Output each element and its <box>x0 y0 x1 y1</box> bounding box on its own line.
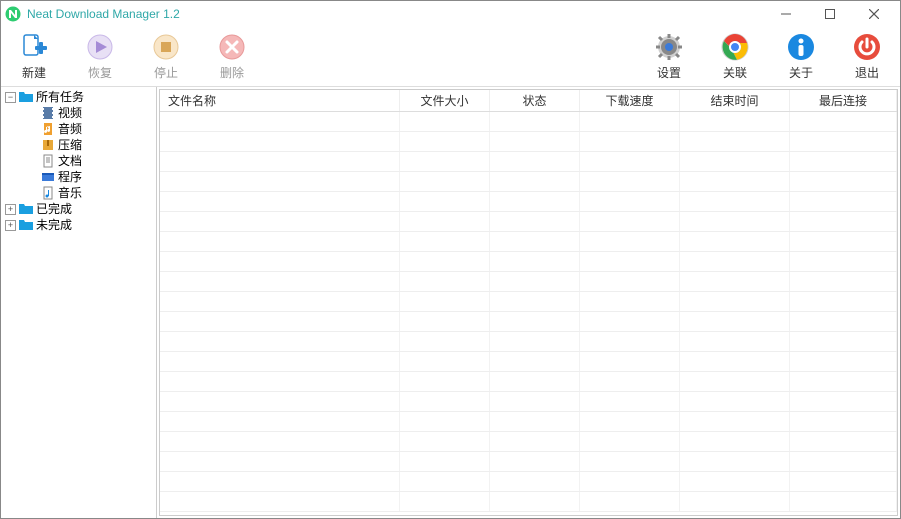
new-icon <box>19 32 49 62</box>
expand-icon[interactable]: + <box>5 204 16 215</box>
table-row <box>160 372 897 392</box>
tree-music-label: 音乐 <box>58 185 82 201</box>
video-icon <box>40 105 56 121</box>
maximize-button[interactable] <box>808 1 852 27</box>
tree-music[interactable]: 音乐 <box>1 185 156 201</box>
table-header: 文件名称 文件大小 状态 下载速度 结束时间 最后连接 <box>160 90 897 112</box>
titlebar: Neat Download Manager 1.2 <box>1 1 900 27</box>
audio-icon <box>40 121 56 137</box>
tree-audio-label: 音频 <box>58 121 82 137</box>
content-area: − 所有任务 视频 音频 压缩 文档 程序 <box>1 87 900 518</box>
table-row <box>160 412 897 432</box>
table-row <box>160 172 897 192</box>
about-button[interactable]: 关于 <box>778 32 824 81</box>
table-row <box>160 492 897 512</box>
col-status[interactable]: 状态 <box>490 90 580 111</box>
folder-icon <box>18 201 34 217</box>
table-body[interactable] <box>160 112 897 515</box>
link-button[interactable]: 关联 <box>712 32 758 81</box>
table-row <box>160 112 897 132</box>
table-row <box>160 252 897 272</box>
table-row <box>160 312 897 332</box>
collapse-icon[interactable]: − <box>5 92 16 103</box>
info-icon <box>786 32 816 62</box>
tree-program-label: 程序 <box>58 169 82 185</box>
table-row <box>160 332 897 352</box>
tree-video-label: 视频 <box>58 105 82 121</box>
resume-button[interactable]: 恢复 <box>77 32 123 81</box>
folder-icon <box>18 89 34 105</box>
resume-label: 恢复 <box>88 64 112 81</box>
tree-archive-label: 压缩 <box>58 137 82 153</box>
delete-button[interactable]: 删除 <box>209 32 255 81</box>
table-row <box>160 432 897 452</box>
tree-incomplete-label: 未完成 <box>36 217 72 233</box>
col-filename[interactable]: 文件名称 <box>160 90 400 111</box>
delete-icon <box>217 32 247 62</box>
new-button[interactable]: 新建 <box>11 32 57 81</box>
exit-button[interactable]: 退出 <box>844 32 890 81</box>
tree-all-tasks[interactable]: − 所有任务 <box>1 89 156 105</box>
document-icon <box>40 153 56 169</box>
app-title: Neat Download Manager 1.2 <box>27 7 764 21</box>
table-row <box>160 392 897 412</box>
tree-incomplete[interactable]: + 未完成 <box>1 217 156 233</box>
archive-icon <box>40 137 56 153</box>
expand-icon[interactable]: + <box>5 220 16 231</box>
program-icon <box>40 169 56 185</box>
table-row <box>160 292 897 312</box>
close-button[interactable] <box>852 1 896 27</box>
col-speed[interactable]: 下载速度 <box>580 90 680 111</box>
tree-video[interactable]: 视频 <box>1 105 156 121</box>
table-row <box>160 452 897 472</box>
minimize-button[interactable] <box>764 1 808 27</box>
tree-archive[interactable]: 压缩 <box>1 137 156 153</box>
table-row <box>160 472 897 492</box>
col-endtime[interactable]: 结束时间 <box>680 90 790 111</box>
new-label: 新建 <box>22 64 46 81</box>
settings-button[interactable]: 设置 <box>646 32 692 81</box>
tree-document[interactable]: 文档 <box>1 153 156 169</box>
about-label: 关于 <box>789 64 813 81</box>
folder-icon <box>18 217 34 233</box>
table-row <box>160 352 897 372</box>
tree-program[interactable]: 程序 <box>1 169 156 185</box>
settings-label: 设置 <box>657 64 681 81</box>
tree-completed-label: 已完成 <box>36 201 72 217</box>
col-lastconn[interactable]: 最后连接 <box>790 90 897 111</box>
tree-all-label: 所有任务 <box>36 89 84 105</box>
tree-completed[interactable]: + 已完成 <box>1 201 156 217</box>
resume-icon <box>85 32 115 62</box>
stop-label: 停止 <box>154 64 178 81</box>
stop-icon <box>151 32 181 62</box>
table-row <box>160 132 897 152</box>
app-icon <box>5 6 21 22</box>
table-row <box>160 232 897 252</box>
delete-label: 删除 <box>220 64 244 81</box>
table-row <box>160 212 897 232</box>
tree-document-label: 文档 <box>58 153 82 169</box>
gear-icon <box>654 32 684 62</box>
link-label: 关联 <box>723 64 747 81</box>
tree-audio[interactable]: 音频 <box>1 121 156 137</box>
exit-label: 退出 <box>855 64 879 81</box>
downloads-table: 文件名称 文件大小 状态 下载速度 结束时间 最后连接 <box>159 89 898 516</box>
category-tree: − 所有任务 视频 音频 压缩 文档 程序 <box>1 87 157 518</box>
stop-button[interactable]: 停止 <box>143 32 189 81</box>
toolbar: 新建 恢复 停止 删除 设置 <box>1 27 900 87</box>
table-row <box>160 192 897 212</box>
music-icon <box>40 185 56 201</box>
table-row <box>160 272 897 292</box>
chrome-icon <box>720 32 750 62</box>
table-row <box>160 152 897 172</box>
col-filesize[interactable]: 文件大小 <box>400 90 490 111</box>
power-icon <box>852 32 882 62</box>
